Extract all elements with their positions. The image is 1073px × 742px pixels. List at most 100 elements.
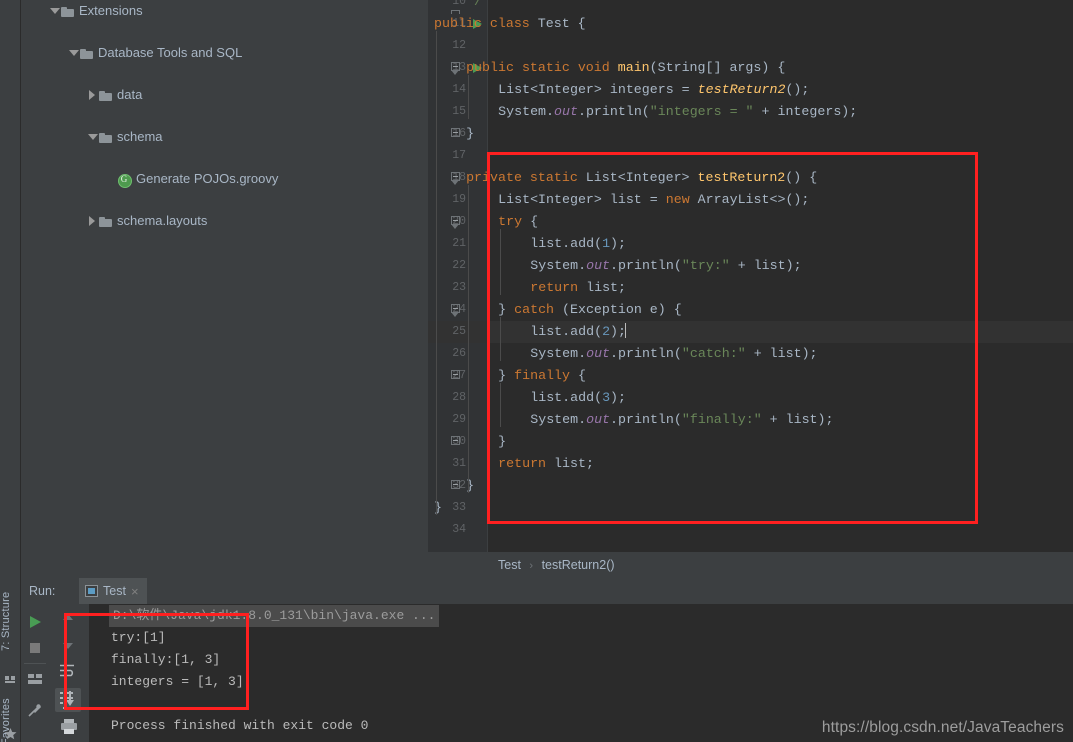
console-output[interactable]: D:\软件\Java\jdk1.8.0_131\bin\java.exe ...… [89, 604, 1073, 742]
code-line[interactable]: private static List<Integer> testReturn2… [466, 167, 817, 189]
code-line[interactable]: } finally { [498, 365, 586, 387]
fold-open-icon[interactable] [450, 211, 462, 233]
scroll-down-icon[interactable] [59, 636, 77, 659]
fold-open-icon[interactable] [450, 167, 462, 189]
console-command-line[interactable]: D:\软件\Java\jdk1.8.0_131\bin\java.exe ... [109, 605, 440, 627]
line-number: 15 [452, 105, 466, 118]
chevron-down-icon[interactable] [68, 42, 79, 63]
tree-item-schema[interactable]: schema [21, 126, 428, 147]
code-line[interactable]: public class Test { [434, 13, 586, 35]
line-number: 14 [452, 83, 466, 96]
breadcrumb-method[interactable]: testReturn2() [542, 558, 615, 572]
line-number: 19 [452, 193, 466, 206]
line-number: 26 [452, 347, 466, 360]
console-output-line[interactable]: integers = [1, 3] [111, 671, 244, 693]
code-line[interactable]: list.add(3); [530, 387, 626, 409]
console-output-line[interactable]: try:[1] [111, 627, 166, 649]
folder-icon [60, 0, 76, 21]
code-line[interactable]: return list; [530, 277, 626, 299]
structure-grid-icon [3, 672, 18, 687]
fold-close-icon[interactable] [450, 365, 462, 387]
code-line[interactable]: System.out.println("integers = " + integ… [498, 101, 857, 123]
console-output-line[interactable]: finally:[1, 3] [111, 649, 220, 671]
fold-box [451, 480, 460, 489]
code-line[interactable]: } [498, 431, 506, 453]
fold-open-icon[interactable] [450, 57, 462, 79]
code-line[interactable]: List<Integer> integers = testReturn2(); [498, 79, 809, 101]
tree-item-label: data [117, 87, 143, 102]
run-tool-window: Run: Test × D:\软件\Java\jdk1.8.0_131\bin\… [21, 578, 1073, 742]
run-icon[interactable] [27, 614, 43, 635]
tree-item-generate-pojos-groovy[interactable]: G Generate POJOs.groovy [21, 168, 428, 189]
star-icon [3, 726, 18, 741]
fold-open-icon[interactable] [450, 299, 462, 321]
line-number: 22 [452, 259, 466, 272]
line-number: 17 [452, 149, 466, 162]
folder-icon [98, 84, 114, 105]
fold-close-icon[interactable] [450, 123, 462, 145]
chevron-right-icon[interactable] [87, 84, 98, 105]
code-line[interactable]: List<Integer> list = new ArrayList<>(); [498, 189, 809, 211]
close-icon[interactable]: × [131, 585, 139, 598]
folder-icon [98, 210, 114, 231]
left-tool-strip: 7: Structure 2: Favorites [0, 0, 21, 742]
tool-button-structure[interactable]: 7: Structure [0, 578, 21, 664]
text-caret [625, 323, 627, 338]
fold-close-icon[interactable] [450, 431, 462, 453]
indent-guide [500, 229, 502, 295]
tree-item-label: Extensions [79, 3, 143, 18]
fold-arrow-tip [451, 180, 459, 185]
console-actions-toolbar [49, 604, 89, 742]
chevron-right-icon[interactable] [87, 210, 98, 231]
line-number: 12 [452, 39, 466, 52]
breadcrumb-class[interactable]: Test [498, 558, 521, 572]
tree-item-extensions[interactable]: Extensions [21, 0, 428, 21]
fold-arrow-tip [451, 224, 459, 229]
fold-box [451, 436, 460, 445]
folder-icon [98, 126, 114, 147]
tree-item-database-tools-and-sql[interactable]: Database Tools and SQL [21, 42, 428, 63]
run-tab-test[interactable]: Test × [79, 578, 147, 604]
code-editor[interactable]: 10 */11 public class Test {12 13 public stat… [428, 0, 1073, 552]
fold-close-icon[interactable] [450, 475, 462, 497]
line-number: 28 [452, 391, 466, 404]
chevron-down-icon[interactable] [87, 126, 98, 147]
code-line[interactable]: System.out.println("try:" + list); [530, 255, 801, 277]
breadcrumb[interactable]: Test › testReturn2() [428, 552, 1073, 578]
pin-icon[interactable] [27, 702, 43, 723]
indent-guide [436, 31, 437, 515]
code-line[interactable]: list.add(1); [530, 233, 626, 255]
print-icon[interactable] [59, 717, 79, 740]
code-line[interactable]: list.add(2); [530, 321, 627, 343]
scroll-up-icon[interactable] [59, 610, 77, 633]
code-line[interactable]: public static void main(String[] args) { [466, 57, 785, 79]
folder-icon [79, 42, 95, 63]
chevron-down-icon[interactable] [49, 0, 60, 21]
run-actions-toolbar [21, 604, 49, 742]
watermark-text: https://blog.csdn.net/JavaTeachers [821, 719, 1064, 736]
layout-icon[interactable] [26, 671, 44, 692]
code-line[interactable]: System.out.println("finally:" + list); [530, 409, 833, 431]
current-line-highlight [428, 321, 1073, 343]
console-output-line[interactable]: Process finished with exit code 0 [111, 715, 368, 737]
stop-icon[interactable] [27, 640, 43, 661]
code-line[interactable]: try { [498, 211, 538, 233]
fold-arrow-tip [451, 70, 459, 75]
tree-item-label: schema [117, 129, 163, 144]
scroll-to-end-icon[interactable] [55, 688, 81, 712]
line-number: 31 [452, 457, 466, 470]
gutter-divider [487, 0, 488, 552]
code-line[interactable]: System.out.println("catch:" + list); [530, 343, 817, 365]
code-line[interactable]: return list; [498, 453, 594, 475]
run-tab-bar: Run: Test × [21, 578, 1073, 604]
code-line[interactable]: } catch (Exception e) { [498, 299, 682, 321]
tree-item-schema-layouts[interactable]: schema.layouts [21, 210, 428, 231]
code-line[interactable]: */ [466, 0, 482, 13]
tree-item-data[interactable]: data [21, 84, 428, 105]
soft-wrap-icon[interactable] [58, 662, 78, 685]
project-tree-list: Extensions Database Tools and SQL data sche… [21, 0, 428, 228]
project-tree-panel[interactable]: Extensions Database Tools and SQL data sche… [21, 0, 428, 578]
code-line[interactable]: } [466, 123, 474, 145]
line-number: 29 [452, 413, 466, 426]
